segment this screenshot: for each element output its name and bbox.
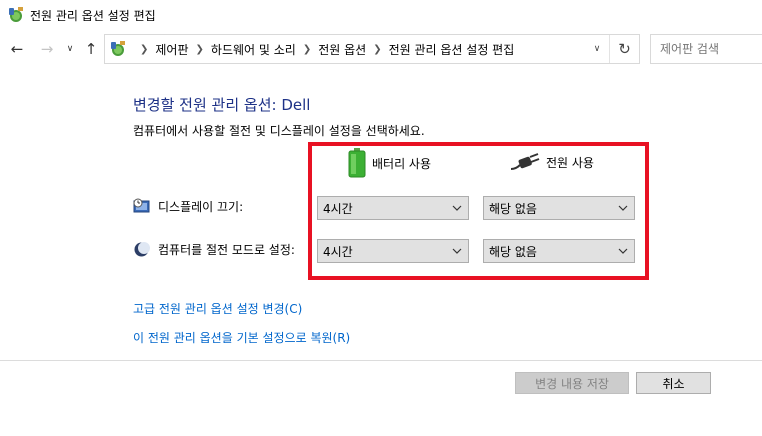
save-changes-button[interactable]: 변경 내용 저장	[515, 372, 629, 394]
breadcrumb-separator-icon[interactable]: ❯	[303, 44, 311, 55]
display-off-row-label: 디스플레이 끄기:	[133, 198, 243, 215]
page-description: 컴퓨터에서 사용할 절전 및 디스플레이 설정을 선택하세요.	[133, 124, 425, 138]
forward-arrow-icon[interactable]: →	[37, 39, 57, 59]
chevron-down-icon	[452, 248, 462, 254]
control-panel-icon	[111, 41, 125, 56]
display-off-plugged-select[interactable]: 해당 없음	[483, 196, 635, 220]
breadcrumb-separator-icon[interactable]: ❯	[373, 44, 381, 55]
main-content: 변경할 전원 관리 옵션: Dell 컴퓨터에서 사용할 절전 및 디스플레이 …	[0, 68, 762, 436]
moon-icon	[134, 242, 150, 257]
display-off-battery-value: 4시간	[323, 201, 353, 216]
chevron-down-icon	[618, 205, 628, 211]
address-bar[interactable]: ❯ 제어판 ❯ 하드웨어 및 소리 ❯ 전원 옵션 ❯ 전원 관리 옵션 설정 …	[104, 34, 640, 64]
back-arrow-icon[interactable]: ←	[7, 39, 27, 59]
advanced-settings-link[interactable]: 고급 전원 관리 옵션 설정 변경(C)	[133, 300, 302, 317]
plugged-column-header: 전원 사용	[510, 152, 594, 172]
breadcrumb-item-edit-plan[interactable]: 전원 관리 옵션 설정 편집	[389, 41, 515, 58]
battery-column-header: 배터리 사용	[348, 148, 431, 178]
battery-icon	[348, 148, 366, 178]
breadcrumb-item-power-options[interactable]: 전원 옵션	[318, 41, 366, 58]
restore-defaults-link[interactable]: 이 전원 관리 옵션을 기본 설정으로 복원(R)	[133, 329, 350, 346]
window-title: 전원 관리 옵션 설정 편집	[30, 9, 156, 23]
chevron-down-icon	[618, 248, 628, 254]
breadcrumb-item-hardware-sound[interactable]: 하드웨어 및 소리	[211, 41, 296, 58]
recent-locations-chevron-down-icon[interactable]: ∨	[60, 39, 80, 59]
sleep-row-label: 컴퓨터를 절전 모드로 설정:	[133, 241, 295, 258]
sleep-battery-value: 4시간	[323, 244, 353, 259]
display-off-label: 디스플레이 끄기:	[158, 200, 244, 214]
power-plug-icon	[510, 153, 540, 170]
address-dropdown-chevron-down-icon[interactable]: ∨	[585, 35, 609, 63]
battery-column-label: 배터리 사용	[372, 156, 432, 171]
display-off-plugged-value: 해당 없음	[489, 201, 537, 216]
display-off-battery-select[interactable]: 4시간	[317, 196, 469, 220]
search-box[interactable]	[650, 34, 762, 64]
breadcrumb-separator-icon[interactable]: ❯	[196, 44, 204, 55]
sleep-plugged-select[interactable]: 해당 없음	[483, 239, 635, 263]
divider	[0, 360, 762, 361]
chevron-down-icon	[452, 205, 462, 211]
breadcrumb-separator-icon: ❯	[140, 43, 149, 55]
refresh-icon[interactable]: ↻	[609, 35, 639, 63]
sleep-battery-select[interactable]: 4시간	[317, 239, 469, 263]
title-bar: 전원 관리 옵션 설정 편집	[0, 0, 762, 30]
navigation-bar: ← → ∨ ↑ ❯ 제어판 ❯ 하드웨어 및 소리 ❯ 전원 옵션 ❯ 전원 관…	[0, 30, 762, 68]
plugged-column-label: 전원 사용	[546, 155, 594, 170]
monitor-clock-icon	[133, 198, 150, 213]
breadcrumb: ❯ 제어판 ❯ 하드웨어 및 소리 ❯ 전원 옵션 ❯ 전원 관리 옵션 설정 …	[133, 35, 514, 63]
sleep-label: 컴퓨터를 절전 모드로 설정:	[158, 243, 295, 257]
up-arrow-icon[interactable]: ↑	[81, 39, 101, 59]
breadcrumb-item-control-panel[interactable]: 제어판	[155, 41, 188, 58]
power-options-icon	[9, 7, 23, 22]
cancel-button[interactable]: 취소	[636, 372, 711, 394]
page-title: 변경할 전원 관리 옵션: Dell	[133, 96, 311, 114]
sleep-plugged-value: 해당 없음	[489, 244, 537, 259]
search-input[interactable]	[651, 35, 762, 63]
